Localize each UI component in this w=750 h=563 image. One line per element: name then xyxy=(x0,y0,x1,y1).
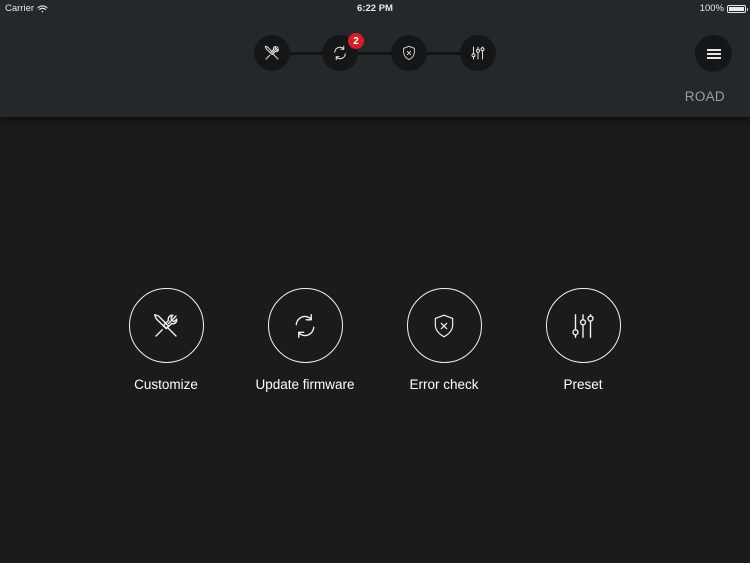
step-preset-button[interactable] xyxy=(460,35,496,71)
wrench-screwdriver-icon xyxy=(154,313,178,337)
riding-mode-label: ROAD xyxy=(684,89,725,104)
customize-label: Customize xyxy=(134,377,198,392)
sliders-icon xyxy=(471,46,485,60)
sliders-icon xyxy=(572,313,594,338)
sync-icon xyxy=(334,45,346,61)
battery-icon xyxy=(727,4,748,13)
customize-circle[interactable] xyxy=(128,288,204,363)
update-firmware-button[interactable]: Update firmware xyxy=(235,288,375,392)
preset-circle[interactable] xyxy=(545,288,621,363)
shield-x-icon xyxy=(403,45,415,61)
battery-percent: 100% xyxy=(699,3,724,14)
list-icon xyxy=(706,48,721,59)
preset-button[interactable]: Preset xyxy=(513,288,653,392)
error-check-label: Error check xyxy=(409,377,479,392)
wrench-screwdriver-icon xyxy=(264,45,279,60)
step-error-check-button[interactable] xyxy=(391,35,427,71)
preset-label: Preset xyxy=(563,377,603,392)
step-update-firmware-button[interactable]: 2 xyxy=(322,33,364,71)
step-customize-button[interactable] xyxy=(254,35,290,71)
step-connector xyxy=(272,52,478,55)
update-firmware-circle[interactable] xyxy=(267,288,343,363)
sync-icon xyxy=(295,313,315,338)
error-check-button[interactable]: Error check xyxy=(374,288,514,392)
status-time: 6:22 PM xyxy=(357,3,393,14)
error-check-circle[interactable] xyxy=(406,288,482,363)
battery-info: 100% xyxy=(699,3,748,14)
shield-x-icon xyxy=(434,314,454,337)
status-bar: Carrier 6:22 PM 100% xyxy=(0,0,750,16)
update-count-badge: 2 xyxy=(348,33,364,49)
menu-button[interactable] xyxy=(695,35,732,72)
top-bar: 2 ROAD xyxy=(0,0,750,117)
customize-button[interactable]: Customize xyxy=(96,288,236,392)
update-firmware-label: Update firmware xyxy=(255,377,355,392)
